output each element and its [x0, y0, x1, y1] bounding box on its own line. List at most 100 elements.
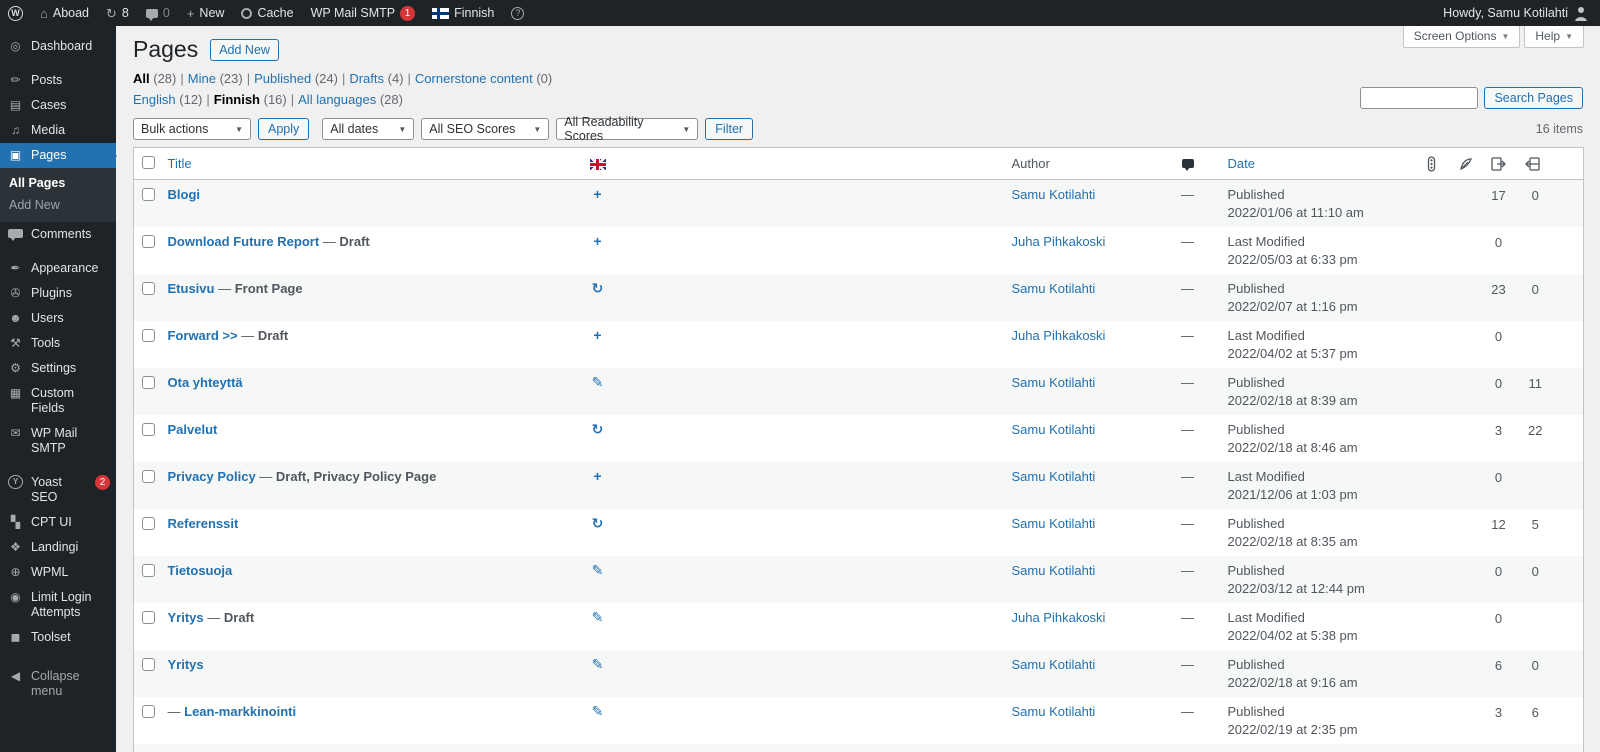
language-menu-item[interactable]: Finnish [432, 6, 494, 20]
add-translation-icon[interactable]: + [584, 234, 612, 248]
sidebar-item-cases[interactable]: ▤ Cases [0, 93, 116, 118]
add-translation-icon[interactable]: + [584, 328, 612, 342]
cache-menu-item[interactable]: Cache [241, 6, 294, 20]
apply-button[interactable]: Apply [258, 118, 310, 141]
page-title-link[interactable]: Forward >> [168, 328, 238, 343]
wp-mail-smtp-menu-item[interactable]: WP Mail SMTP 1 [311, 5, 416, 21]
sidebar-item-plugins[interactable]: ✇ Plugins [0, 281, 116, 306]
sidebar-item-posts[interactable]: ✏ Posts [0, 68, 116, 93]
sidebar-item-comments[interactable]: Comments [0, 222, 116, 247]
submenu-item-all-pages[interactable]: All Pages [0, 172, 116, 194]
sidebar-item-wpml[interactable]: ⊕ WPML [0, 560, 116, 585]
sidebar-item-wp-mail-smtp[interactable]: ✉ WP Mail SMTP [0, 421, 116, 461]
update-translation-icon[interactable]: ↻ [584, 516, 612, 530]
search-pages-button[interactable]: Search Pages [1484, 87, 1583, 109]
sidebar-item-toolset[interactable]: ◼ Toolset [0, 625, 116, 650]
search-input[interactable] [1360, 87, 1479, 109]
page-title-link[interactable]: Yritys [168, 610, 204, 625]
screen-options-button[interactable]: Screen Options ▼ [1402, 26, 1521, 48]
page-title-link[interactable]: Lean-markkinointi [184, 704, 296, 719]
sidebar-item-yoast-seo[interactable]: Y Yoast SEO 2 [0, 470, 116, 510]
page-title-link[interactable]: Yritys [168, 657, 204, 672]
language-view-link[interactable]: All languages [298, 92, 376, 107]
sidebar-item-users[interactable]: ☻ Users [0, 306, 116, 331]
author-link[interactable]: Juha Pihkakoski [1012, 328, 1106, 343]
site-name-menu-item[interactable]: ⌂ Aboad [40, 6, 89, 20]
sidebar-item-dashboard[interactable]: ◎ Dashboard [0, 34, 116, 59]
page-title-link[interactable]: Privacy Policy [168, 469, 256, 484]
page-title-link[interactable]: Blogi [168, 187, 201, 202]
author-link[interactable]: Samu Kotilahti [1012, 375, 1096, 390]
sidebar-item-limit-login-attempts[interactable]: ◉ Limit Login Attempts [0, 585, 116, 625]
sidebar-item-pages[interactable]: ▣ Pages [0, 143, 117, 168]
title-column-header[interactable]: Title [168, 156, 192, 171]
author-link[interactable]: Juha Pihkakoski [1012, 234, 1106, 249]
author-link[interactable]: Samu Kotilahti [1012, 469, 1096, 484]
comments-menu-item[interactable]: 0 [145, 6, 170, 21]
bulk-actions-select[interactable]: Bulk actions ▼ [133, 118, 251, 141]
sidebar-item-cpt-ui[interactable]: ▚ CPT UI [0, 510, 116, 535]
readability-scores-select[interactable]: All Readability Scores ▼ [556, 115, 699, 143]
submenu-item-add-new[interactable]: Add New [0, 194, 116, 216]
view-link[interactable]: Drafts [349, 71, 384, 86]
author-link[interactable]: Samu Kotilahti [1012, 563, 1096, 578]
row-checkbox[interactable] [142, 423, 155, 437]
wordpress-menu-item[interactable]: W [8, 5, 23, 21]
update-translation-icon[interactable]: ↻ [584, 422, 612, 436]
page-title-link[interactable]: Ota yhteyttä [168, 375, 243, 390]
sidebar-item-landingi[interactable]: ❖ Landingi [0, 535, 116, 560]
date-column-header[interactable]: Date [1228, 156, 1255, 171]
author-link[interactable]: Samu Kotilahti [1012, 281, 1096, 296]
update-translation-icon[interactable]: ↻ [584, 281, 612, 295]
new-menu-item[interactable]: + New [187, 6, 225, 20]
view-link[interactable]: Published [254, 71, 311, 86]
add-translation-icon[interactable]: + [584, 469, 612, 483]
dates-select[interactable]: All dates ▼ [322, 118, 415, 141]
row-checkbox[interactable] [142, 282, 155, 296]
sidebar-item-appearance[interactable]: ✒ Appearance [0, 256, 116, 281]
sidebar-item-collapse-menu[interactable]: ◀ Collapse menu [0, 664, 116, 704]
author-link[interactable]: Juha Pihkakoski [1012, 610, 1106, 625]
help-button[interactable]: Help ▼ [1524, 26, 1584, 48]
row-checkbox[interactable] [142, 564, 155, 578]
sidebar-item-tools[interactable]: ⚒ Tools [0, 331, 116, 356]
updates-menu-item[interactable]: ↻ 8 [106, 6, 129, 20]
row-checkbox[interactable] [142, 235, 155, 249]
author-link[interactable]: Samu Kotilahti [1012, 516, 1096, 531]
view-link[interactable]: Cornerstone content [415, 71, 533, 86]
my-account-menu-item[interactable]: Howdy, Samu Kotilahti [1443, 6, 1588, 21]
select-all-checkbox[interactable] [142, 156, 155, 170]
row-checkbox[interactable] [142, 658, 155, 672]
help-menu-item[interactable]: ? [511, 6, 525, 20]
author-link[interactable]: Samu Kotilahti [1012, 704, 1096, 719]
row-checkbox[interactable] [142, 188, 155, 202]
row-checkbox[interactable] [142, 517, 155, 531]
sidebar-item-settings[interactable]: ⚙ Settings [0, 356, 116, 381]
row-checkbox[interactable] [142, 329, 155, 343]
edit-translation-icon[interactable]: ✎ [584, 610, 612, 624]
page-title-link[interactable]: Referenssit [168, 516, 239, 531]
edit-translation-icon[interactable]: ✎ [584, 375, 612, 389]
language-view-link[interactable]: English [133, 92, 176, 107]
page-title-link[interactable]: Tietosuoja [168, 563, 233, 578]
view-link[interactable]: Mine [188, 71, 216, 86]
author-link[interactable]: Samu Kotilahti [1012, 422, 1096, 437]
author-link[interactable]: Samu Kotilahti [1012, 657, 1096, 672]
row-checkbox[interactable] [142, 376, 155, 390]
sidebar-item-media[interactable]: ♫ Media [0, 118, 116, 143]
row-checkbox[interactable] [142, 611, 155, 625]
filter-button[interactable]: Filter [705, 118, 754, 141]
row-checkbox[interactable] [142, 705, 155, 719]
edit-translation-icon[interactable]: ✎ [584, 563, 612, 577]
edit-translation-icon[interactable]: ✎ [584, 704, 612, 718]
seo-scores-select[interactable]: All SEO Scores ▼ [421, 118, 550, 141]
add-translation-icon[interactable]: + [584, 187, 612, 201]
page-title-link[interactable]: Palvelut [168, 422, 218, 437]
add-new-button[interactable]: Add New [210, 38, 279, 61]
row-checkbox[interactable] [142, 470, 155, 484]
sidebar-item-custom-fields[interactable]: ▦ Custom Fields [0, 381, 116, 421]
author-link[interactable]: Samu Kotilahti [1012, 187, 1096, 202]
page-title-link[interactable]: Download Future Report [168, 234, 320, 249]
page-title-link[interactable]: Etusivu [168, 281, 215, 296]
edit-translation-icon[interactable]: ✎ [584, 657, 612, 671]
